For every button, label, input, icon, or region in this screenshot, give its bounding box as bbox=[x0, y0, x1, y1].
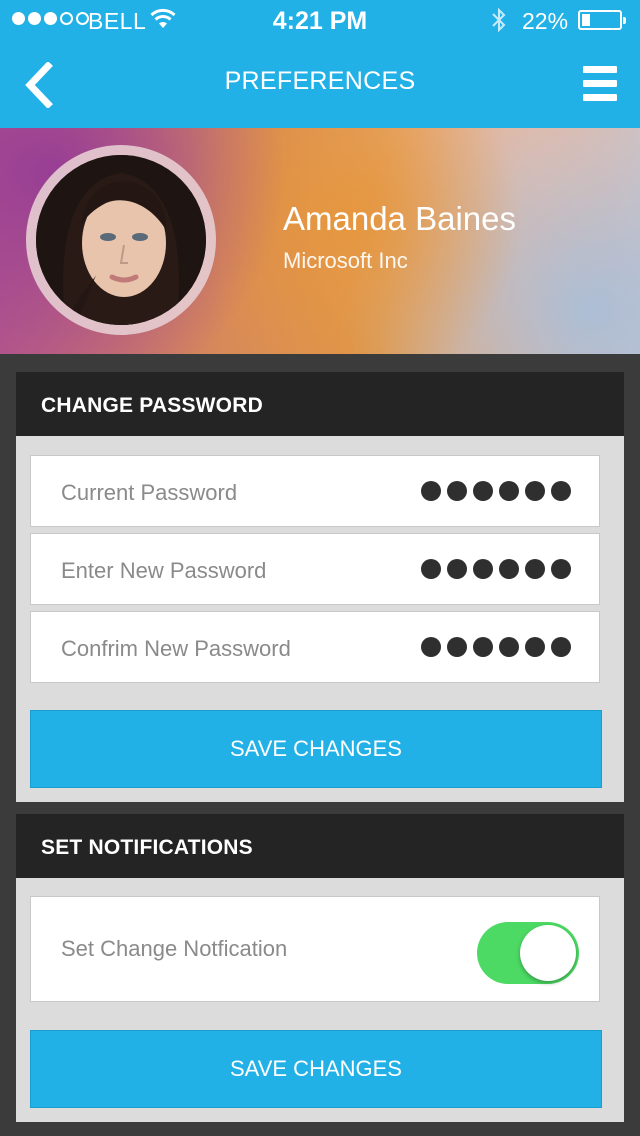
notifications-heading: SET NOTIFICATIONS bbox=[16, 814, 624, 878]
masked-password bbox=[421, 637, 571, 657]
hamburger-menu-icon bbox=[583, 66, 617, 73]
status-bar: BELL 4:21 PM 22% bbox=[0, 0, 640, 40]
top-bar: BELL 4:21 PM 22% PREFERENCES bbox=[0, 0, 640, 128]
field-label: Confrim New Password bbox=[61, 636, 291, 661]
toggle-knob bbox=[520, 925, 576, 981]
profile-name: Amanda Baines bbox=[283, 200, 516, 237]
toggle-label: Set Change Notfication bbox=[61, 936, 288, 961]
masked-password bbox=[421, 559, 571, 579]
current-password-field[interactable]: Current Password bbox=[30, 455, 600, 527]
field-label: Enter New Password bbox=[61, 558, 267, 583]
profile-banner: Amanda Baines Microsoft Inc bbox=[0, 128, 640, 354]
field-label: Current Password bbox=[61, 480, 238, 505]
battery-percent: 22% bbox=[522, 8, 569, 34]
menu-button[interactable] bbox=[583, 66, 617, 101]
profile-company: Microsoft Inc bbox=[283, 248, 408, 273]
change-password-panel: CHANGE PASSWORD Current Password Enter N… bbox=[16, 372, 624, 802]
save-password-button[interactable]: SAVE CHANGES bbox=[30, 710, 602, 788]
masked-password bbox=[421, 481, 571, 501]
notifications-panel: SET NOTIFICATIONS Set Change Notfication… bbox=[16, 814, 624, 1122]
bluetooth-icon bbox=[490, 7, 508, 38]
battery-icon bbox=[578, 10, 626, 30]
new-password-field[interactable]: Enter New Password bbox=[30, 533, 600, 605]
change-notification-toggle[interactable] bbox=[477, 922, 579, 984]
avatar[interactable] bbox=[36, 155, 206, 325]
confirm-password-field[interactable]: Confrim New Password bbox=[30, 611, 600, 683]
change-password-heading: CHANGE PASSWORD bbox=[16, 372, 624, 436]
save-notifications-button[interactable]: SAVE CHANGES bbox=[30, 1030, 602, 1108]
page-title: PREFERENCES bbox=[224, 67, 416, 95]
avatar-ring bbox=[26, 145, 216, 335]
preferences-screen: BELL 4:21 PM 22% PREFERENCES Amanda Bain… bbox=[0, 0, 640, 1136]
change-notification-row: Set Change Notfication bbox=[30, 896, 600, 1002]
